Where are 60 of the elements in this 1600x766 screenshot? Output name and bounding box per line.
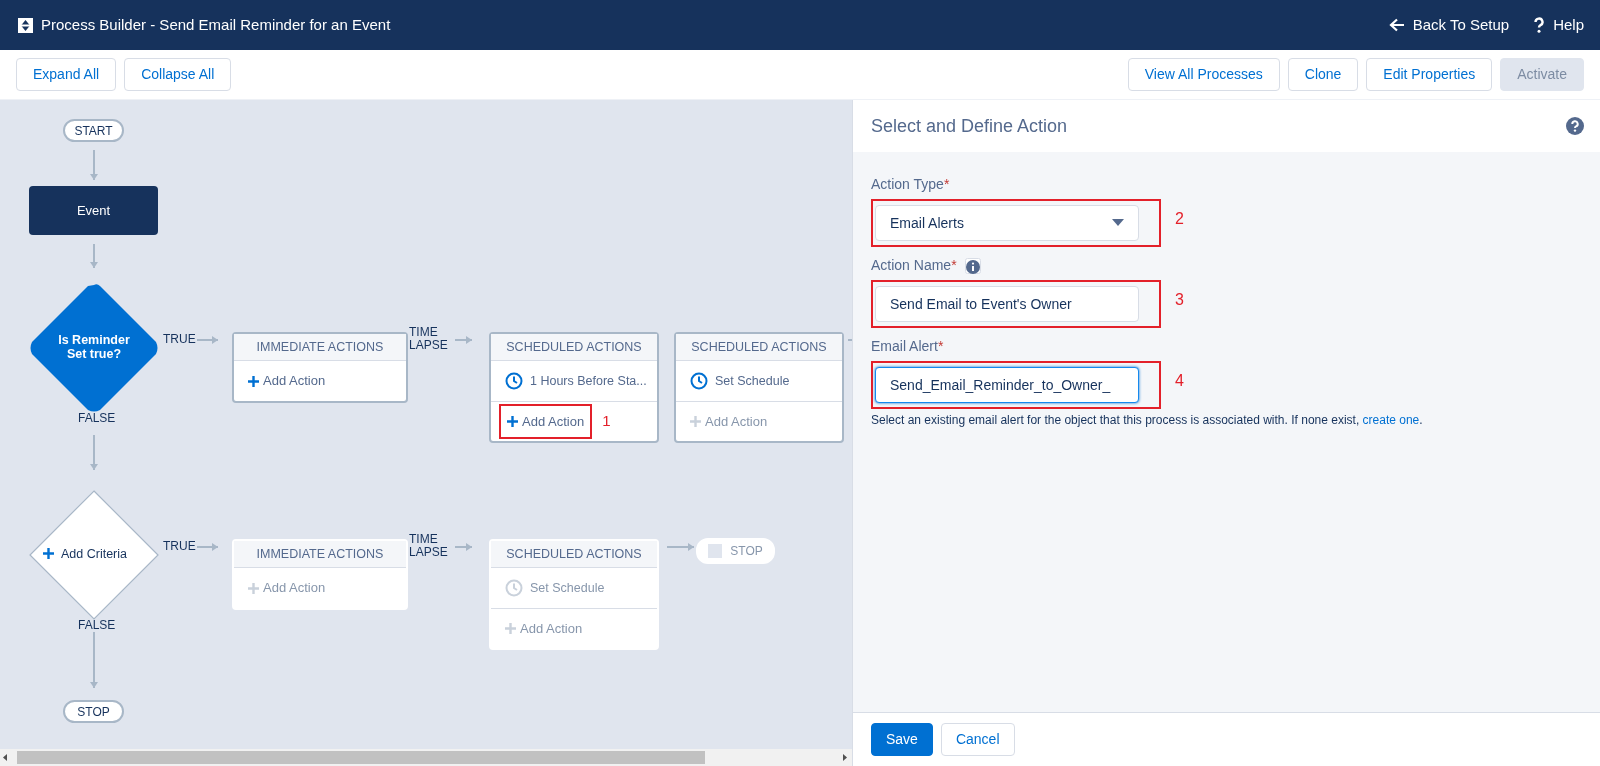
stop-square-icon xyxy=(708,544,723,558)
start-node: START xyxy=(63,119,124,142)
card-header: SCHEDULED ACTIONS xyxy=(491,541,657,568)
plus-icon xyxy=(507,416,518,427)
stop-node: STOP xyxy=(63,700,124,723)
help-icon[interactable] xyxy=(1566,117,1584,135)
false-label: FALSE xyxy=(78,619,116,632)
save-button[interactable]: Save xyxy=(871,723,933,756)
info-icon[interactable] xyxy=(964,257,981,274)
plus-icon xyxy=(248,375,259,387)
plus-icon xyxy=(248,582,259,594)
clock-icon xyxy=(505,372,523,390)
dropdown-caret-icon xyxy=(1112,219,1124,227)
annotation-number: 1 xyxy=(602,411,611,432)
card-header: SCHEDULED ACTIONS xyxy=(676,334,842,361)
plus-icon xyxy=(43,548,54,560)
back-arrow-icon xyxy=(1388,18,1405,32)
true-label: TRUE xyxy=(163,333,196,346)
annotation-number: 4 xyxy=(1175,371,1184,391)
toolbar-button[interactable]: Expand All xyxy=(16,58,117,91)
decision-node[interactable]: Add Criteria xyxy=(29,490,159,620)
cancel-button[interactable]: Cancel xyxy=(940,723,1015,756)
set-schedule-button[interactable]: 1 Hours Before Sta... xyxy=(499,365,653,397)
time-lapse-label: TIME LAPSE xyxy=(409,326,449,352)
add-action-button[interactable]: Add Action xyxy=(242,365,332,397)
clock-icon xyxy=(505,579,523,597)
text-field[interactable]: Send Email to Event's Owner xyxy=(875,286,1139,322)
field-label: Email Alert* xyxy=(871,337,944,356)
panel-title: Select and Define Action xyxy=(871,114,1068,138)
app-logo-icon xyxy=(18,17,33,33)
help-icon xyxy=(1533,17,1546,33)
page-title: Process Builder - Send Email Reminder for an Event xyxy=(41,14,391,35)
help-text: Select an existing email alert for the object that this process is associated with. If none exist, create one. xyxy=(871,412,1424,429)
field-label: Action Type* xyxy=(871,175,950,194)
annotation-number: 3 xyxy=(1175,290,1184,310)
toolbar-button[interactable]: Clone xyxy=(1287,58,1359,91)
field-label: Action Name* xyxy=(871,256,957,275)
set-schedule-button[interactable]: Set Schedule xyxy=(684,365,796,397)
horizontal-scrollbar[interactable] xyxy=(0,749,852,766)
annotation-number: 2 xyxy=(1175,209,1184,229)
plus-icon xyxy=(505,623,516,634)
time-lapse-label: TIME LAPSE xyxy=(409,533,449,559)
false-label: FALSE xyxy=(78,412,116,425)
add-action-button[interactable]: Add Action xyxy=(499,403,593,440)
true-label: TRUE xyxy=(163,540,196,553)
header-link[interactable]: Help xyxy=(1533,13,1584,37)
stop-node: STOP xyxy=(696,538,775,564)
toolbar-button[interactable]: View All Processes xyxy=(1127,58,1280,91)
plus-icon xyxy=(690,416,701,427)
header-link[interactable]: Back To Setup xyxy=(1388,13,1510,37)
select-field[interactable]: Email Alerts xyxy=(875,205,1139,241)
object-node[interactable]: Event xyxy=(29,186,158,235)
toolbar-button[interactable]: Edit Properties xyxy=(1366,58,1493,91)
clock-icon xyxy=(690,372,708,390)
card-header: IMMEDIATE ACTIONS xyxy=(234,334,406,361)
toolbar-button[interactable]: Collapse All xyxy=(124,58,232,91)
text-field[interactable]: Send_Email_Reminder_to_Owner_ xyxy=(875,367,1139,403)
card-header: SCHEDULED ACTIONS xyxy=(491,334,657,361)
decision-node[interactable]: Is Reminder Set true? xyxy=(29,283,159,413)
card-header: IMMEDIATE ACTIONS xyxy=(234,541,406,568)
